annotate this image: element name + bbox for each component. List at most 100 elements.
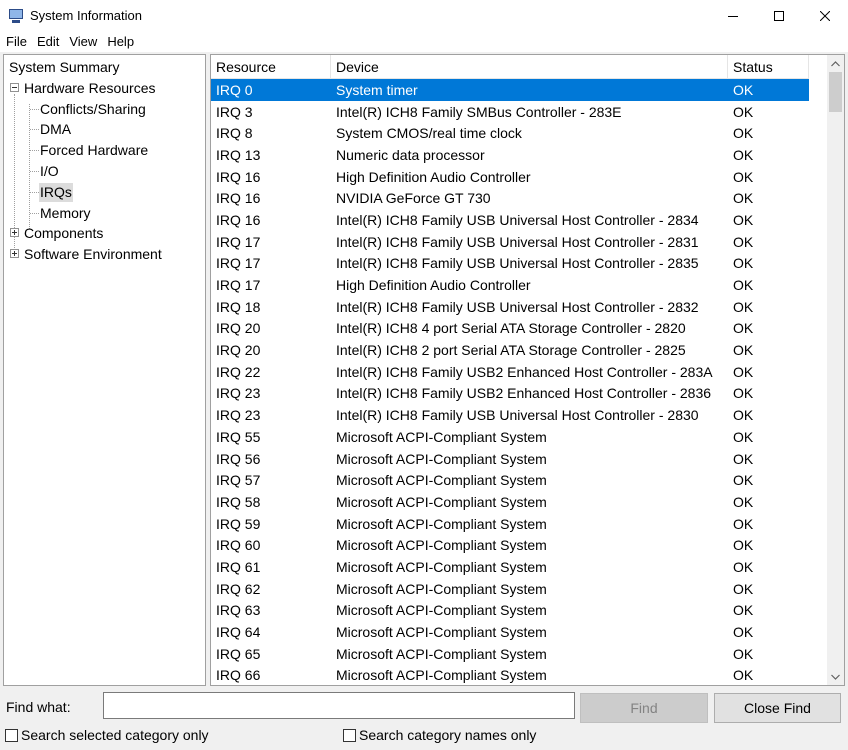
scroll-down-button[interactable] bbox=[827, 668, 844, 685]
collapse-icon[interactable] bbox=[10, 82, 19, 92]
tree-item-memory[interactable]: Memory bbox=[4, 203, 205, 224]
chevron-down-icon bbox=[831, 674, 840, 680]
expand-icon[interactable] bbox=[10, 249, 19, 259]
table-row[interactable]: IRQ 65 Microsoft ACPI-Compliant System OK bbox=[211, 643, 809, 665]
table-row[interactable]: IRQ 23 Intel(R) ICH8 Family USB Universal… bbox=[211, 404, 809, 426]
tree-label-memory: Memory bbox=[40, 204, 91, 221]
menu-edit[interactable]: Edit bbox=[32, 32, 64, 51]
cell-device: NVIDIA GeForce GT 730 bbox=[336, 190, 491, 207]
table-row[interactable]: IRQ 59 Microsoft ACPI-Compliant System OK bbox=[211, 513, 809, 535]
cell-device: Microsoft ACPI-Compliant System bbox=[336, 624, 547, 641]
tree-item-software-environment[interactable]: Software Environment bbox=[4, 244, 205, 265]
table-row[interactable]: IRQ 3 Intel(R) ICH8 Family SMBus Controll… bbox=[211, 101, 809, 123]
cell-status: OK bbox=[733, 580, 754, 597]
menu-help[interactable]: Help bbox=[102, 32, 139, 51]
table-row[interactable]: IRQ 56 Microsoft ACPI-Compliant System OK bbox=[211, 448, 809, 470]
table-row[interactable]: IRQ 23 Intel(R) ICH8 Family USB2 Enhanced… bbox=[211, 383, 809, 405]
column-header-status[interactable]: Status bbox=[728, 55, 809, 79]
cell-device: Microsoft ACPI-Compliant System bbox=[336, 645, 547, 662]
cell-status: OK bbox=[733, 211, 754, 228]
expand-icon[interactable] bbox=[10, 228, 19, 238]
scroll-up-button[interactable] bbox=[827, 55, 844, 72]
table-row[interactable]: IRQ 55 Microsoft ACPI-Compliant System OK bbox=[211, 426, 809, 448]
maximize-button[interactable] bbox=[756, 0, 802, 31]
table-row[interactable]: IRQ 61 Microsoft ACPI-Compliant System OK bbox=[211, 556, 809, 578]
tree-label-dma: DMA bbox=[40, 121, 72, 138]
table-row[interactable]: IRQ 8 System CMOS/real time clock OK bbox=[211, 122, 809, 144]
cell-device: Intel(R) ICH8 2 port Serial ATA Storage … bbox=[336, 342, 686, 359]
cell-resource: IRQ 23 bbox=[216, 385, 261, 402]
table-row[interactable]: IRQ 63 Microsoft ACPI-Compliant System OK bbox=[211, 600, 809, 622]
category-tree[interactable]: System Summary Hardware Resources Confli… bbox=[3, 54, 206, 686]
menu-view[interactable]: View bbox=[64, 32, 102, 51]
cell-status: OK bbox=[733, 190, 754, 207]
table-row[interactable]: IRQ 20 Intel(R) ICH8 4 port Serial ATA St… bbox=[211, 318, 809, 340]
cell-resource: IRQ 58 bbox=[216, 493, 261, 510]
search-selected-category-checkbox[interactable]: Search selected category only bbox=[5, 727, 209, 743]
find-what-input[interactable] bbox=[103, 692, 575, 719]
table-row[interactable]: IRQ 0 System timer OK bbox=[211, 79, 809, 101]
tree-label-io: I/O bbox=[40, 162, 59, 179]
cell-device: Intel(R) ICH8 Family USB Universal Host … bbox=[336, 233, 699, 250]
minimize-button[interactable] bbox=[710, 0, 756, 31]
table-row[interactable]: IRQ 16 High Definition Audio Controller OK bbox=[211, 166, 809, 188]
close-find-button[interactable]: Close Find bbox=[714, 693, 841, 723]
column-header-device[interactable]: Device bbox=[331, 55, 728, 79]
cell-resource: IRQ 65 bbox=[216, 645, 261, 662]
table-row[interactable]: IRQ 18 Intel(R) ICH8 Family USB Universal… bbox=[211, 296, 809, 318]
cell-device: Intel(R) ICH8 Family USB2 Enhanced Host … bbox=[336, 363, 713, 380]
table-row[interactable]: IRQ 16 Intel(R) ICH8 Family USB Universal… bbox=[211, 209, 809, 231]
table-row[interactable]: IRQ 62 Microsoft ACPI-Compliant System OK bbox=[211, 578, 809, 600]
cell-device: Intel(R) ICH8 Family USB Universal Host … bbox=[336, 298, 699, 315]
list-rows: IRQ 0 System timer OK IRQ 3 Intel(R) ICH8 Fa… bbox=[211, 79, 809, 685]
cell-resource: IRQ 17 bbox=[216, 233, 261, 250]
checkbox-box[interactable] bbox=[343, 728, 356, 742]
checkbox-box[interactable] bbox=[5, 728, 18, 742]
tree-label-conflicts-sharing: Conflicts/Sharing bbox=[40, 100, 146, 117]
cell-device: High Definition Audio Controller bbox=[336, 168, 531, 185]
tree-item-conflicts-sharing[interactable]: Conflicts/Sharing bbox=[4, 99, 205, 120]
cell-resource: IRQ 20 bbox=[216, 342, 261, 359]
find-button[interactable]: Find bbox=[580, 693, 708, 723]
table-row[interactable]: IRQ 16 NVIDIA GeForce GT 730 OK bbox=[211, 187, 809, 209]
column-header-resource[interactable]: Resource bbox=[211, 55, 331, 79]
table-row[interactable]: IRQ 17 High Definition Audio Controller OK bbox=[211, 274, 809, 296]
tree-item-io[interactable]: I/O bbox=[4, 161, 205, 182]
table-row[interactable]: IRQ 20 Intel(R) ICH8 2 port Serial ATA St… bbox=[211, 339, 809, 361]
cell-resource: IRQ 60 bbox=[216, 537, 261, 554]
table-row[interactable]: IRQ 17 Intel(R) ICH8 Family USB Universal… bbox=[211, 231, 809, 253]
close-window-button[interactable] bbox=[802, 0, 848, 31]
tree-item-dma[interactable]: DMA bbox=[4, 119, 205, 140]
cell-device: Intel(R) ICH8 4 port Serial ATA Storage … bbox=[336, 320, 686, 337]
vertical-scrollbar[interactable] bbox=[827, 55, 844, 685]
tree-label-components: Components bbox=[24, 225, 104, 242]
table-row[interactable]: IRQ 57 Microsoft ACPI-Compliant System OK bbox=[211, 469, 809, 491]
tree-item-components[interactable]: Components bbox=[4, 223, 205, 244]
tree-item-system-summary[interactable]: System Summary bbox=[4, 57, 205, 78]
menu-bar: File Edit View Help bbox=[0, 31, 848, 52]
table-row[interactable]: IRQ 13 Numeric data processor OK bbox=[211, 144, 809, 166]
tree-item-irqs[interactable]: IRQs bbox=[4, 182, 205, 203]
table-row[interactable]: IRQ 60 Microsoft ACPI-Compliant System OK bbox=[211, 534, 809, 556]
cell-status: OK bbox=[733, 385, 754, 402]
list-header: Resource Device Status bbox=[211, 55, 809, 79]
scroll-thumb[interactable] bbox=[829, 72, 842, 112]
cell-status: OK bbox=[733, 233, 754, 250]
table-row[interactable]: IRQ 17 Intel(R) ICH8 Family USB Universal… bbox=[211, 253, 809, 275]
table-row[interactable]: IRQ 64 Microsoft ACPI-Compliant System OK bbox=[211, 621, 809, 643]
irq-list[interactable]: Resource Device Status IRQ 0 System timer… bbox=[210, 54, 845, 686]
table-row[interactable]: IRQ 58 Microsoft ACPI-Compliant System OK bbox=[211, 491, 809, 513]
table-row[interactable]: IRQ 66 Microsoft ACPI-Compliant System OK bbox=[211, 665, 809, 685]
cell-device: Numeric data processor bbox=[336, 146, 485, 163]
cell-status: OK bbox=[733, 298, 754, 315]
cell-status: OK bbox=[733, 103, 754, 120]
cell-device: Microsoft ACPI-Compliant System bbox=[336, 537, 547, 554]
cell-status: OK bbox=[733, 450, 754, 467]
tree-item-forced-hardware[interactable]: Forced Hardware bbox=[4, 140, 205, 161]
cell-device: High Definition Audio Controller bbox=[336, 277, 531, 294]
cell-status: OK bbox=[733, 515, 754, 532]
tree-item-hardware-resources[interactable]: Hardware Resources bbox=[4, 78, 205, 99]
search-category-names-checkbox[interactable]: Search category names only bbox=[343, 727, 536, 743]
table-row[interactable]: IRQ 22 Intel(R) ICH8 Family USB2 Enhanced… bbox=[211, 361, 809, 383]
menu-file[interactable]: File bbox=[1, 32, 32, 51]
